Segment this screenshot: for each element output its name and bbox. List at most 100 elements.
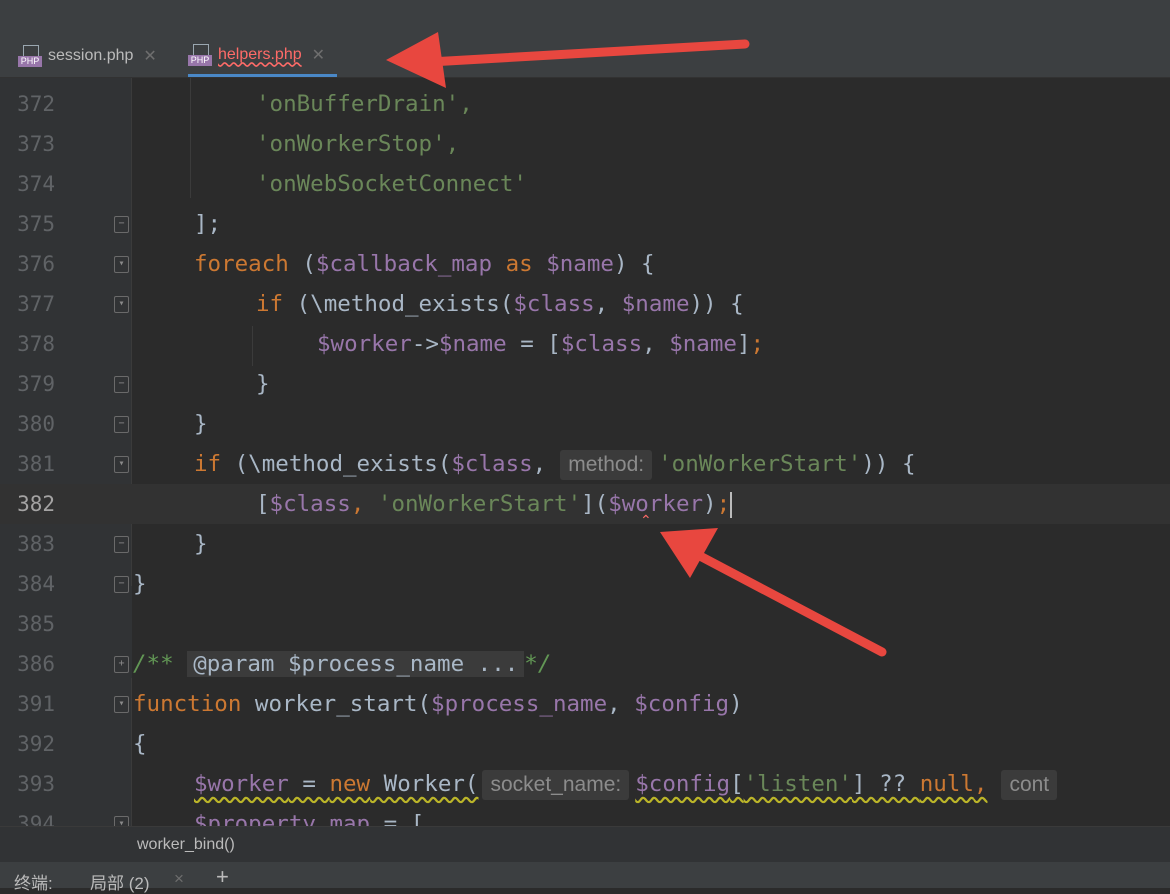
fold-end-icon[interactable]: − bbox=[114, 536, 129, 553]
code-line-384: 384 − } bbox=[0, 564, 1170, 604]
code-token: = [ bbox=[506, 331, 561, 357]
code-token: 'onWorkerStart' bbox=[658, 451, 862, 477]
line-number: 392 bbox=[17, 732, 55, 756]
code-token: if bbox=[256, 291, 284, 317]
code-token: $process_name bbox=[431, 691, 608, 717]
php-file-icon: PHP bbox=[18, 45, 42, 67]
line-number: 394 bbox=[17, 812, 55, 826]
line-number: 381 bbox=[17, 452, 55, 476]
code-token: 'onWorkerStart' bbox=[377, 491, 582, 517]
code-token: ]( bbox=[581, 491, 609, 517]
code-line-375: 375 − ]; bbox=[0, 204, 1170, 244]
code-token: } bbox=[256, 371, 270, 397]
fold-start-icon[interactable]: ▾ bbox=[114, 256, 129, 273]
code-token: $config bbox=[634, 691, 730, 717]
line-number: 376 bbox=[17, 252, 55, 276]
code-token: } bbox=[194, 411, 208, 437]
code-token: $name bbox=[438, 331, 507, 357]
fold-start-icon[interactable]: ▾ bbox=[114, 816, 129, 826]
code-line-372: 372 'onBufferDrain', bbox=[0, 84, 1170, 124]
code-token: $name bbox=[621, 291, 690, 317]
fold-end-icon[interactable]: − bbox=[114, 376, 129, 393]
code-line-381: 381 ▾ if (\method_exists($class, method: '… bbox=[0, 444, 1170, 484]
line-number: 391 bbox=[17, 692, 55, 716]
close-icon[interactable]: × bbox=[174, 869, 184, 889]
fold-end-icon[interactable]: − bbox=[114, 576, 129, 593]
code-token: $class bbox=[451, 451, 533, 477]
fold-expand-icon[interactable]: + bbox=[114, 656, 129, 673]
tab-session-php[interactable]: PHP session.php ✕ bbox=[18, 35, 157, 77]
code-token: Worker( bbox=[370, 771, 479, 797]
code-editor[interactable]: 372 'onBufferDrain', 373 'onWorkerStop',… bbox=[0, 78, 1170, 826]
code-token: } bbox=[194, 531, 208, 557]
code-token: , bbox=[642, 331, 670, 357]
parameter-hint: method: bbox=[560, 450, 653, 480]
fold-end-icon[interactable]: − bbox=[114, 416, 129, 433]
code-line-382: 382 [$class, 'onWorkerStart']($worker); … bbox=[0, 484, 1170, 528]
code-token: 'onBufferDrain', bbox=[256, 91, 473, 117]
code-token: $name bbox=[546, 251, 614, 277]
code-token: $class bbox=[269, 491, 351, 517]
code-token: , bbox=[973, 771, 988, 797]
code-token: if bbox=[194, 451, 222, 477]
code-line-394: 394 ▾ $property_map = [ bbox=[0, 804, 1170, 826]
breadcrumb-function[interactable]: worker_bind() bbox=[137, 827, 235, 863]
code-line-374: 374 'onWebSocketConnect' bbox=[0, 164, 1170, 204]
line-number: 380 bbox=[17, 412, 55, 436]
fold-start-icon[interactable]: ▾ bbox=[114, 456, 129, 473]
code-token: (\method_exists( bbox=[283, 291, 514, 317]
code-token: 'onWebSocketConnect' bbox=[256, 171, 527, 197]
breadcrumb-bar: worker_bind() bbox=[0, 826, 1170, 863]
fold-start-icon[interactable]: ▾ bbox=[114, 296, 129, 313]
tab-label: session.php bbox=[48, 47, 134, 64]
add-terminal-icon[interactable]: + bbox=[216, 864, 229, 890]
fold-start-icon[interactable]: ▾ bbox=[114, 696, 129, 713]
code-token: $class bbox=[513, 291, 595, 317]
code-line-376: 376 ▾ foreach ($callback_map as $name) { bbox=[0, 244, 1170, 284]
line-number: 383 bbox=[17, 532, 55, 556]
code-token: , bbox=[594, 291, 622, 317]
tab-helpers-php[interactable]: PHP helpers.php ✕ bbox=[188, 35, 338, 77]
fold-end-icon[interactable]: − bbox=[114, 216, 129, 233]
code-token: ( bbox=[288, 251, 316, 277]
code-token: $worker bbox=[317, 331, 412, 357]
code-token: ; bbox=[716, 491, 731, 517]
code-token: )) { bbox=[689, 291, 744, 317]
close-icon[interactable]: ✕ bbox=[143, 46, 156, 66]
line-number: 375 bbox=[17, 212, 55, 236]
code-token: new bbox=[329, 771, 371, 797]
line-number: 377 bbox=[17, 292, 55, 316]
code-line-392: 392 { bbox=[0, 724, 1170, 764]
code-token: null bbox=[919, 771, 974, 797]
code-token: $callback_map bbox=[315, 251, 493, 277]
line-number: 373 bbox=[17, 132, 55, 156]
code-token: $config bbox=[635, 771, 731, 797]
line-number: 374 bbox=[17, 172, 55, 196]
code-token: , bbox=[350, 491, 378, 517]
code-token: as bbox=[492, 251, 547, 277]
code-token: 'onWorkerStop', bbox=[256, 131, 460, 157]
line-number: 384 bbox=[17, 572, 55, 596]
text-cursor bbox=[730, 491, 733, 518]
code-line-383: 383 − } bbox=[0, 524, 1170, 564]
php-file-icon: PHP bbox=[188, 43, 212, 66]
folded-doc-comment[interactable]: @param $process_name ... bbox=[187, 651, 525, 677]
tab-terminal-local[interactable]: 局部 (2) bbox=[90, 869, 150, 894]
code-line-386: 386 + /** @param $process_name ... */ bbox=[0, 644, 1170, 684]
code-token: ; bbox=[750, 331, 765, 357]
line-number: 393 bbox=[17, 772, 55, 796]
code-token: $class bbox=[560, 331, 643, 357]
code-token: $worker bbox=[608, 491, 704, 517]
code-token: 'listen' bbox=[743, 771, 852, 797]
code-token: ) bbox=[703, 491, 717, 517]
line-number: 378 bbox=[17, 332, 55, 356]
code-token: } bbox=[133, 571, 147, 597]
code-token: ) { bbox=[613, 251, 655, 277]
code-token: -> bbox=[411, 331, 439, 357]
code-token: { bbox=[133, 731, 147, 757]
code-line-373: 373 'onWorkerStop', bbox=[0, 124, 1170, 164]
code-token: , bbox=[607, 691, 635, 717]
code-token: $property_map bbox=[194, 811, 371, 826]
code-token: function bbox=[133, 691, 242, 717]
close-icon[interactable]: ✕ bbox=[312, 45, 325, 65]
